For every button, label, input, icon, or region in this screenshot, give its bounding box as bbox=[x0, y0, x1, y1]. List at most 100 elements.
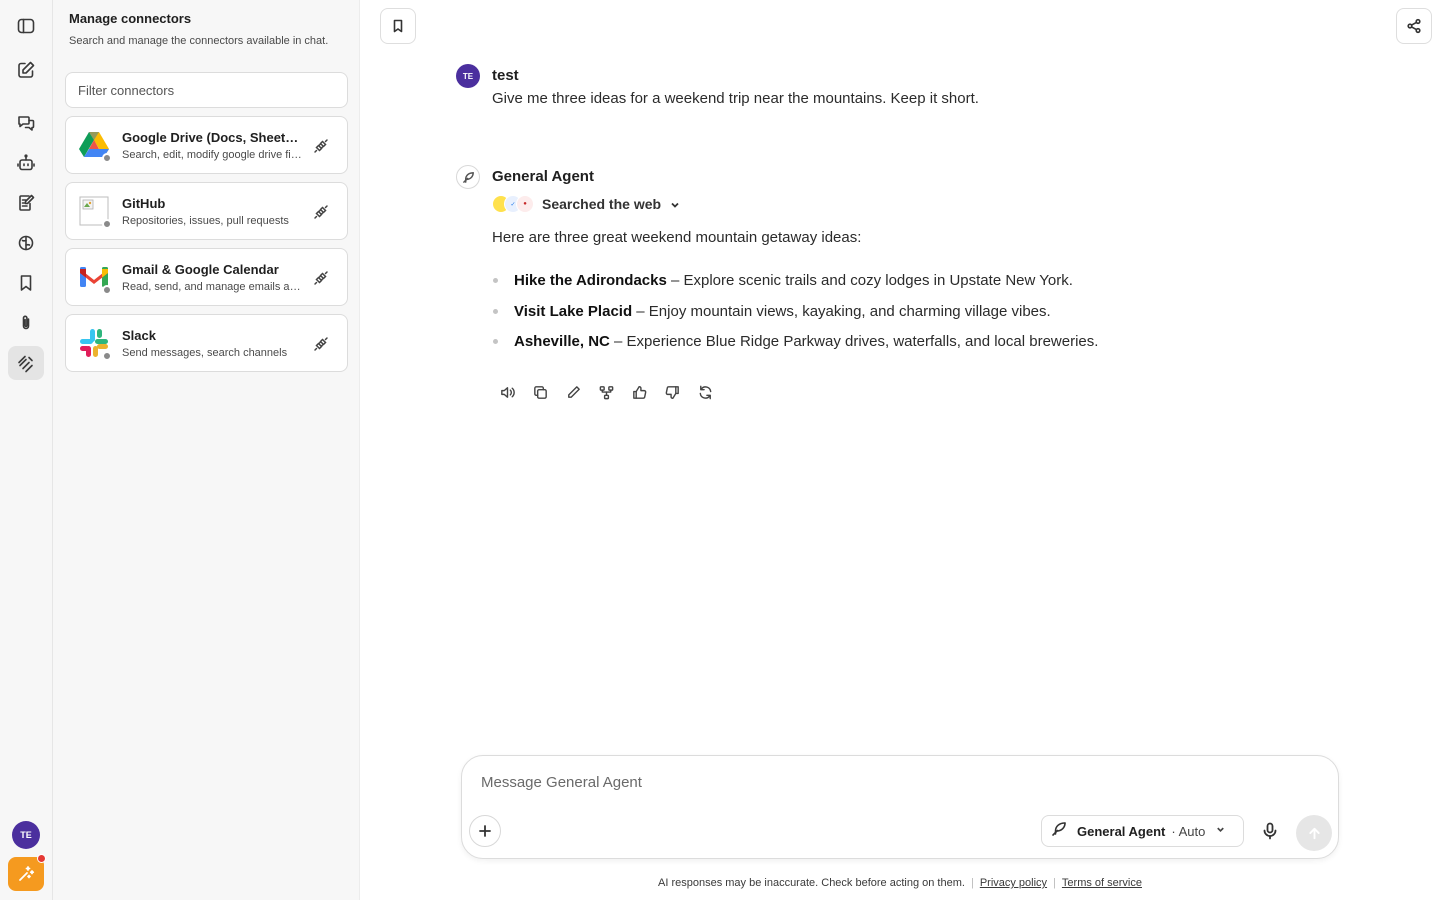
connector-description: Read, send, and manage emails and events bbox=[122, 281, 302, 293]
searched-web-label: Searched the web bbox=[542, 196, 662, 212]
regenerate-button[interactable] bbox=[694, 381, 716, 403]
chats-button[interactable] bbox=[8, 106, 44, 140]
connector-card-google-drive[interactable]: Google Drive (Docs, Sheets, Slides) Sear… bbox=[65, 116, 348, 174]
list-item: Asheville, NC – Experience Blue Ridge Pa… bbox=[492, 331, 1098, 362]
idea-detail: – Enjoy mountain views, kayaking, and ch… bbox=[632, 302, 1051, 320]
connector-description: Repositories, issues, pull requests bbox=[122, 215, 289, 227]
voice-input-button[interactable] bbox=[1257, 818, 1283, 844]
message-composer: General Agent · Auto bbox=[461, 755, 1339, 859]
send-button[interactable] bbox=[1296, 815, 1332, 851]
connect-plug-button[interactable] bbox=[313, 138, 329, 154]
terms-of-service-link[interactable]: Terms of service bbox=[1062, 877, 1142, 889]
sparkle-wand-icon bbox=[19, 866, 35, 881]
profile-avatar[interactable]: TE bbox=[12, 821, 40, 849]
bookmarks-button[interactable] bbox=[8, 266, 44, 300]
plug-icon bbox=[314, 205, 328, 219]
connector-name: Slack bbox=[122, 328, 156, 343]
connector-status-dot bbox=[102, 219, 112, 229]
plug-icon bbox=[314, 337, 328, 351]
connector-status-dot bbox=[102, 153, 112, 163]
plus-icon bbox=[479, 825, 491, 837]
icon-rail: TE bbox=[0, 0, 53, 900]
thumbs-down-icon bbox=[665, 385, 679, 399]
chevron-down-icon bbox=[1215, 822, 1226, 840]
connectors-button[interactable] bbox=[8, 346, 44, 380]
panel-title: Manage connectors bbox=[69, 11, 192, 26]
agents-icon bbox=[17, 154, 35, 171]
connector-card-github[interactable]: GitHub Repositories, issues, pull reques… bbox=[65, 182, 348, 240]
attachments-button[interactable] bbox=[8, 306, 44, 340]
edit-button[interactable] bbox=[562, 381, 584, 403]
share-button[interactable] bbox=[1396, 8, 1432, 44]
source-favicon-3: ● bbox=[516, 195, 534, 213]
agent-selector[interactable]: General Agent · Auto bbox=[1041, 815, 1244, 847]
connector-status-dot bbox=[102, 351, 112, 361]
github-logo-broken-image bbox=[78, 195, 112, 229]
add-attachment-button[interactable] bbox=[469, 815, 501, 847]
agents-button[interactable] bbox=[8, 146, 44, 180]
read-aloud-icon bbox=[500, 386, 515, 398]
new-chat-icon bbox=[18, 61, 35, 78]
connector-card-gmail[interactable]: Gmail & Google Calendar Read, send, and … bbox=[65, 248, 348, 306]
notification-dot bbox=[37, 854, 46, 863]
slack-logo bbox=[78, 327, 112, 361]
agent-avatar bbox=[456, 165, 480, 189]
plug-icon bbox=[314, 271, 328, 285]
thumbs-up-icon bbox=[632, 385, 646, 399]
searched-web-toggle[interactable]: ✓ ● Searched the web bbox=[492, 193, 681, 215]
copy-icon bbox=[533, 385, 547, 399]
connector-description: Search, edit, modify google drive files bbox=[122, 149, 302, 161]
sidebar-toggle-button[interactable] bbox=[8, 9, 44, 43]
filter-connectors-input[interactable] bbox=[65, 72, 348, 108]
share-icon bbox=[1407, 18, 1421, 34]
selected-agent-name: General Agent bbox=[1077, 823, 1166, 839]
connect-plug-button[interactable] bbox=[313, 204, 329, 220]
bookmark-icon bbox=[393, 19, 403, 33]
google-drive-logo bbox=[78, 129, 112, 163]
selected-agent-mode: · Auto bbox=[1171, 823, 1206, 839]
regenerate-icon bbox=[699, 385, 711, 399]
privacy-policy-link[interactable]: Privacy policy bbox=[980, 877, 1047, 889]
gmail-logo bbox=[78, 261, 112, 295]
idea-detail: – Explore scenic trails and cozy lodges … bbox=[666, 272, 1073, 289]
notes-icon bbox=[19, 194, 35, 211]
footer-separator: | bbox=[1053, 877, 1056, 889]
agent-name: General Agent bbox=[492, 168, 594, 185]
arrow-up-icon bbox=[1308, 827, 1320, 839]
notes-button[interactable] bbox=[8, 186, 44, 220]
connector-description: Send messages, search channels bbox=[122, 347, 288, 359]
thumbs-down-button[interactable] bbox=[661, 381, 683, 403]
chats-icon bbox=[18, 116, 35, 131]
magic-spark-button[interactable] bbox=[8, 854, 46, 891]
feather-icon bbox=[462, 171, 474, 183]
user-avatar: TE bbox=[456, 64, 480, 88]
bookmark-button[interactable] bbox=[380, 8, 416, 44]
user-message: Give me three ideas for a weekend trip n… bbox=[492, 90, 979, 107]
connect-plug-button[interactable] bbox=[313, 270, 329, 286]
chevron-down-icon bbox=[669, 198, 681, 210]
knowledge-button[interactable] bbox=[8, 226, 44, 260]
disclaimer-text: AI responses may be inaccurate. Check be… bbox=[658, 877, 965, 889]
read-aloud-button[interactable] bbox=[496, 381, 518, 403]
connector-status-dot bbox=[102, 285, 112, 295]
footer-separator: | bbox=[970, 877, 974, 889]
agent-intro: Here are three great weekend mountain ge… bbox=[492, 229, 862, 246]
bookmarks-icon bbox=[20, 275, 32, 291]
idea-detail: – Experience Blue Ridge Parkway drives, … bbox=[609, 333, 1099, 350]
message-input[interactable] bbox=[481, 770, 1301, 794]
list-item: Hike the Adirondacks – Explore scenic tr… bbox=[492, 270, 1098, 301]
list-item: Visit Lake Placid – Enjoy mountain views… bbox=[492, 301, 1098, 332]
branch-icon bbox=[599, 385, 613, 399]
branch-button[interactable] bbox=[595, 381, 617, 403]
message-actions bbox=[496, 381, 716, 403]
attachments-icon bbox=[22, 315, 30, 330]
edit-icon bbox=[567, 385, 580, 398]
user-name: test bbox=[492, 67, 519, 84]
knowledge-icon bbox=[18, 235, 34, 251]
copy-button[interactable] bbox=[529, 381, 551, 403]
plug-icon bbox=[314, 139, 328, 153]
connector-card-slack[interactable]: Slack Send messages, search channels bbox=[65, 314, 348, 372]
new-chat-button[interactable] bbox=[8, 53, 44, 87]
thumbs-up-button[interactable] bbox=[628, 381, 650, 403]
connect-plug-button[interactable] bbox=[313, 336, 329, 352]
